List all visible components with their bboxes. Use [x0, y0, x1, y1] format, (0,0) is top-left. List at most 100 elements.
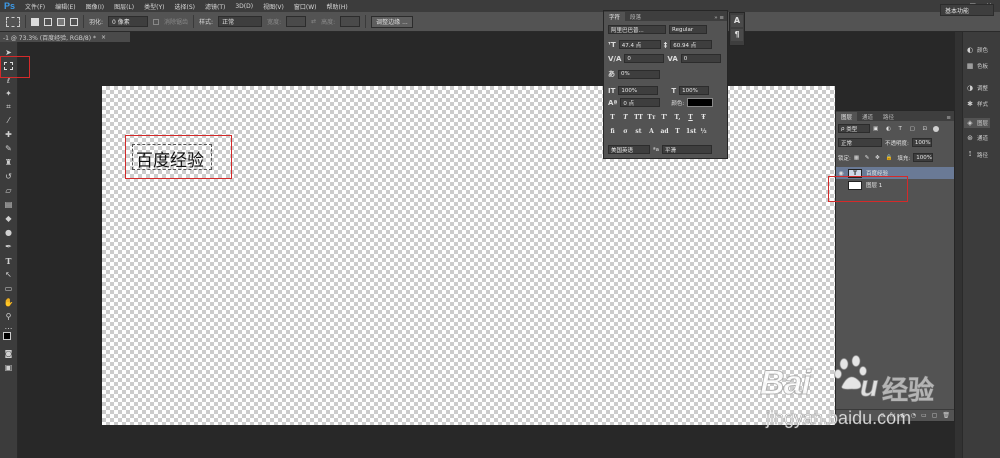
eraser-tool-icon[interactable]: ▱ [3, 186, 14, 196]
blur-tool-icon[interactable]: ◆ [3, 214, 14, 224]
foreground-color-swatch[interactable] [3, 332, 11, 340]
tracking-input[interactable]: 0 [680, 54, 721, 63]
text-color-swatch[interactable] [687, 98, 714, 107]
small-caps-button[interactable]: Tт [647, 114, 656, 123]
font-family-select[interactable]: 阿里巴巴普... [608, 25, 666, 34]
language-select[interactable]: 美国英语 [608, 145, 650, 154]
dock-swatches[interactable]: ▦ 色板 [966, 62, 988, 70]
menu-window[interactable]: 窗口(W) [289, 2, 322, 11]
tab-character[interactable]: 字符 [604, 12, 626, 21]
character-panel-icon[interactable]: A [731, 15, 743, 27]
antialias-select[interactable]: 平滑 [661, 145, 712, 154]
menu-edit[interactable]: 编辑(E) [50, 2, 80, 11]
menu-view[interactable]: 视图(V) [258, 2, 289, 11]
style-select[interactable]: 正常 [218, 16, 263, 27]
refine-edge-button[interactable]: 调整边缘 ... [371, 15, 413, 28]
history-brush-tool-icon[interactable]: ↺ [3, 172, 14, 182]
add-selection-icon[interactable] [44, 17, 52, 26]
menu-layer[interactable]: 图层(L) [109, 2, 139, 11]
menu-type[interactable]: 类型(Y) [139, 2, 169, 11]
lock-icons[interactable]: ▦ ✎ ✥ 🔒 [854, 155, 895, 161]
height-input[interactable] [340, 16, 361, 27]
kerning-input[interactable]: 0 [624, 54, 665, 63]
fractions-button[interactable]: ½ [699, 128, 708, 137]
ordinals-button[interactable]: 1st [686, 128, 696, 137]
swash-button[interactable]: A [647, 128, 656, 137]
filter-icons[interactable]: ▣ ◐ T ▢ ⊡ [873, 126, 930, 132]
dock-color[interactable]: ◐ 颜色 [966, 46, 988, 54]
clone-stamp-tool-icon[interactable]: ♜ [3, 158, 14, 168]
strikethrough-button[interactable]: Ŧ [699, 114, 708, 123]
layers-panel-menu-icon[interactable]: ≡ [946, 115, 954, 121]
dock-collapse-strip[interactable] [955, 32, 962, 458]
dodge-tool-icon[interactable]: ● [3, 228, 14, 238]
horizontal-scale-input[interactable]: 100% [679, 86, 710, 95]
menu-help[interactable]: 帮助(H) [322, 2, 353, 11]
faux-bold-button[interactable]: T [608, 114, 617, 123]
eyedropper-tool-icon[interactable]: ⁄ [3, 116, 14, 126]
tab-paragraph[interactable]: 段落 [625, 12, 646, 21]
tsume-input[interactable]: 0% [618, 69, 660, 79]
healing-brush-tool-icon[interactable]: ✚ [3, 130, 14, 140]
faux-italic-button[interactable]: T [621, 114, 630, 123]
feather-input[interactable]: 0 像素 [108, 16, 149, 27]
dock-paths[interactable]: ⟟ 路径 [966, 150, 988, 159]
brush-tool-icon[interactable]: ✎ [3, 144, 14, 154]
screen-mode-icon[interactable]: ▣ [3, 363, 14, 373]
opacity-input[interactable]: 100% [911, 138, 932, 147]
font-style-select[interactable]: Regular [669, 25, 707, 34]
more-tools-icon[interactable]: … [3, 322, 14, 332]
type-tool-icon[interactable]: T [3, 256, 14, 266]
magic-wand-tool-icon[interactable]: ✦ [3, 89, 14, 99]
marquee-tool-preset-icon[interactable] [6, 16, 20, 27]
dock-styles[interactable]: ✱ 样式 [966, 100, 988, 108]
document-tab[interactable]: -1 @ 73.3% (百度经验, RGB/8) * × [0, 32, 130, 42]
discretionary-ligatures-button[interactable]: st [634, 128, 643, 137]
layer-filter-select[interactable]: ρ 类型 [838, 124, 870, 133]
new-selection-icon[interactable] [31, 17, 39, 26]
menu-image[interactable]: 图像(I) [81, 2, 109, 11]
baseline-shift-input[interactable]: 0 点 [620, 98, 661, 107]
underline-button[interactable]: T [686, 114, 695, 123]
gradient-tool-icon[interactable]: ▤ [3, 200, 14, 210]
menu-select[interactable]: 选择(S) [169, 2, 200, 11]
subscript-button[interactable]: T, [673, 114, 682, 123]
fill-input[interactable]: 100% [913, 153, 934, 162]
titling-alternates-button[interactable]: T [673, 128, 682, 137]
workspace-select[interactable]: 基本功能 [940, 4, 994, 16]
subtract-selection-icon[interactable] [57, 17, 65, 26]
menu-file[interactable]: 文件(F) [20, 2, 50, 11]
tab-channels[interactable]: 通道 [857, 112, 878, 121]
superscript-button[interactable]: T' [660, 114, 669, 123]
menu-filter[interactable]: 滤镜(T) [200, 2, 230, 11]
path-selection-tool-icon[interactable]: ↖ [3, 270, 14, 280]
ligatures-button[interactable]: fi [608, 128, 617, 137]
filter-toggle-icon[interactable] [933, 125, 940, 132]
pen-tool-icon[interactable]: ✒ [3, 242, 14, 252]
stylistic-alternates-button[interactable]: ad [660, 128, 669, 137]
quick-mask-icon[interactable]: ◙ [3, 349, 14, 359]
hand-tool-icon[interactable]: ✋ [3, 298, 14, 308]
antialias-checkbox[interactable] [153, 18, 160, 25]
vertical-scale-input[interactable]: 100% [618, 86, 659, 95]
dock-layers[interactable]: ◈ 图层 [964, 118, 991, 128]
tab-layers[interactable]: 图层 [836, 112, 858, 121]
blend-mode-select[interactable]: 正常 [838, 138, 882, 147]
crop-tool-icon[interactable]: ⌗ [3, 102, 14, 112]
dock-adjustments[interactable]: ◑ 调整 [966, 84, 988, 92]
close-tab-icon[interactable]: × [101, 34, 106, 41]
leading-input[interactable]: 60.94 点 [670, 40, 713, 49]
paragraph-panel-icon[interactable]: ¶ [731, 29, 743, 41]
contextual-alternates-button[interactable]: σ [621, 128, 630, 137]
menu-3d[interactable]: 3D(D) [230, 3, 258, 10]
font-size-input[interactable]: 47.4 点 [618, 40, 661, 49]
swap-icon[interactable]: ⇄ [311, 18, 316, 25]
zoom-tool-icon[interactable]: ⚲ [3, 312, 14, 322]
all-caps-button[interactable]: TT [634, 114, 643, 123]
dock-channels[interactable]: ⊛ 通道 [966, 134, 988, 142]
rectangle-tool-icon[interactable]: ▭ [3, 284, 14, 294]
width-input[interactable] [286, 16, 307, 27]
tab-paths[interactable]: 路径 [878, 112, 899, 121]
intersect-selection-icon[interactable] [70, 17, 78, 26]
panel-menu-icon[interactable]: » ≡ [714, 15, 727, 21]
